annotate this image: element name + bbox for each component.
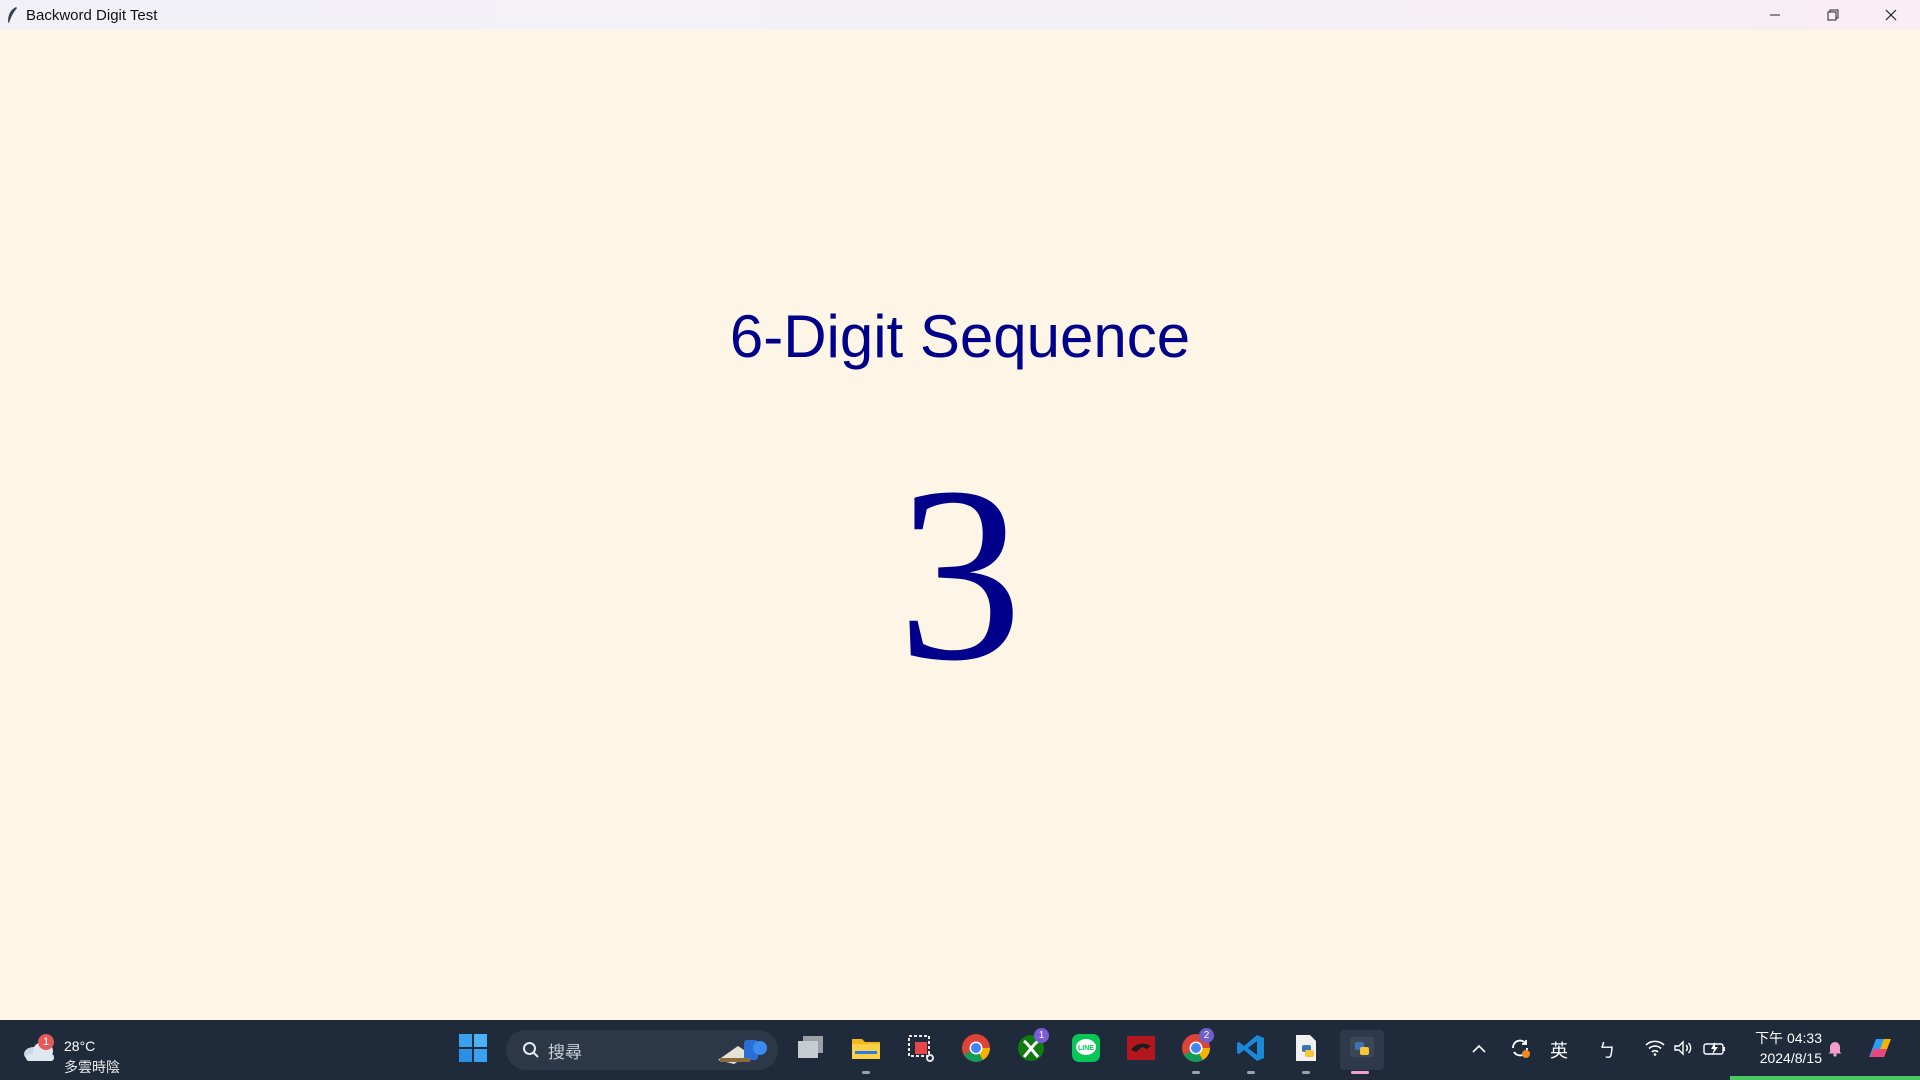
task-view-button[interactable] (791, 1030, 831, 1070)
minimize-button[interactable] (1746, 0, 1804, 30)
ime-mode-indicator[interactable]: ㄅ (1592, 1020, 1622, 1080)
sync-icon (1509, 1037, 1531, 1064)
xbox-badge: 1 (1034, 1028, 1049, 1043)
snipping-tool-button[interactable] (901, 1030, 941, 1070)
running-indicator (1351, 1071, 1369, 1074)
sequence-title: 6-Digit Sequence (729, 303, 1191, 370)
taskbar-clock[interactable]: 下午 04:33 2024/8/15 (1742, 1028, 1822, 1068)
weather-temperature: 28°C (64, 1038, 96, 1054)
chrome-icon (961, 1033, 991, 1068)
feather-icon (6, 6, 20, 24)
clock-time: 下午 04:33 (1755, 1030, 1822, 1046)
python-app-button[interactable] (1340, 1030, 1384, 1074)
folder-icon (851, 1035, 881, 1066)
copilot-button[interactable] (1860, 1020, 1900, 1080)
weather-widget[interactable]: 1 28°C 多雲時陰 (22, 1028, 132, 1075)
wifi-icon (1645, 1040, 1665, 1061)
weather-condition: 多雲時陰 (64, 1059, 120, 1075)
running-indicator (862, 1071, 870, 1074)
task-view-icon (796, 1035, 826, 1066)
current-digit: 3 (897, 436, 1023, 713)
activity-strip (1730, 1076, 1920, 1080)
app-content: 6-Digit Sequence 3 (0, 30, 1920, 1020)
search-icon (522, 1041, 540, 1059)
volume-button[interactable] (1670, 1020, 1696, 1080)
copilot-icon (1865, 1035, 1895, 1066)
running-indicator (1302, 1071, 1310, 1074)
weather-badge: 1 (38, 1034, 54, 1050)
python-file-icon (1291, 1033, 1321, 1068)
chrome-profile-button[interactable]: 2 (1176, 1028, 1216, 1074)
close-button[interactable] (1862, 0, 1920, 30)
title-bar: Backword Digit Test (0, 0, 1920, 30)
speaker-icon (1673, 1039, 1693, 1061)
notifications-button[interactable] (1822, 1020, 1848, 1080)
search-highlight-icon (714, 1034, 770, 1071)
bell-icon (1826, 1039, 1844, 1062)
line-button[interactable]: LINE (1066, 1030, 1106, 1070)
python-file-button[interactable] (1286, 1030, 1326, 1074)
line-icon: LINE (1071, 1033, 1101, 1068)
red-app-button[interactable] (1121, 1030, 1161, 1070)
battery-charging-icon (1703, 1040, 1727, 1061)
sync-tray-button[interactable] (1504, 1020, 1536, 1080)
line-logo-text: LINE (1078, 1045, 1094, 1052)
chrome-button[interactable] (956, 1030, 996, 1070)
running-indicator (1247, 1071, 1255, 1074)
wifi-button[interactable] (1640, 1020, 1670, 1080)
windows-logo-icon (458, 1033, 488, 1068)
python-icon (1347, 1033, 1377, 1068)
start-button[interactable] (453, 1030, 493, 1070)
clock-date: 2024/8/15 (1759, 1050, 1822, 1066)
vscode-icon (1236, 1033, 1266, 1068)
vscode-button[interactable] (1231, 1030, 1271, 1074)
snip-icon (906, 1033, 936, 1068)
red-app-icon (1126, 1033, 1156, 1068)
xbox-button[interactable]: 1 (1011, 1028, 1051, 1070)
battery-button[interactable] (1700, 1020, 1730, 1080)
ime-language-indicator[interactable]: 英 (1544, 1020, 1574, 1080)
window-title: Backword Digit Test (26, 6, 158, 24)
chrome-badge: 2 (1199, 1028, 1214, 1043)
search-placeholder: 搜尋 (548, 1042, 582, 1062)
restore-button[interactable] (1804, 0, 1862, 30)
file-explorer-button[interactable] (846, 1030, 886, 1074)
chevron-up-icon (1472, 1041, 1486, 1059)
running-indicator (1192, 1071, 1200, 1074)
search-box[interactable]: 搜尋 (506, 1030, 778, 1070)
show-hidden-icons-button[interactable] (1464, 1020, 1494, 1080)
